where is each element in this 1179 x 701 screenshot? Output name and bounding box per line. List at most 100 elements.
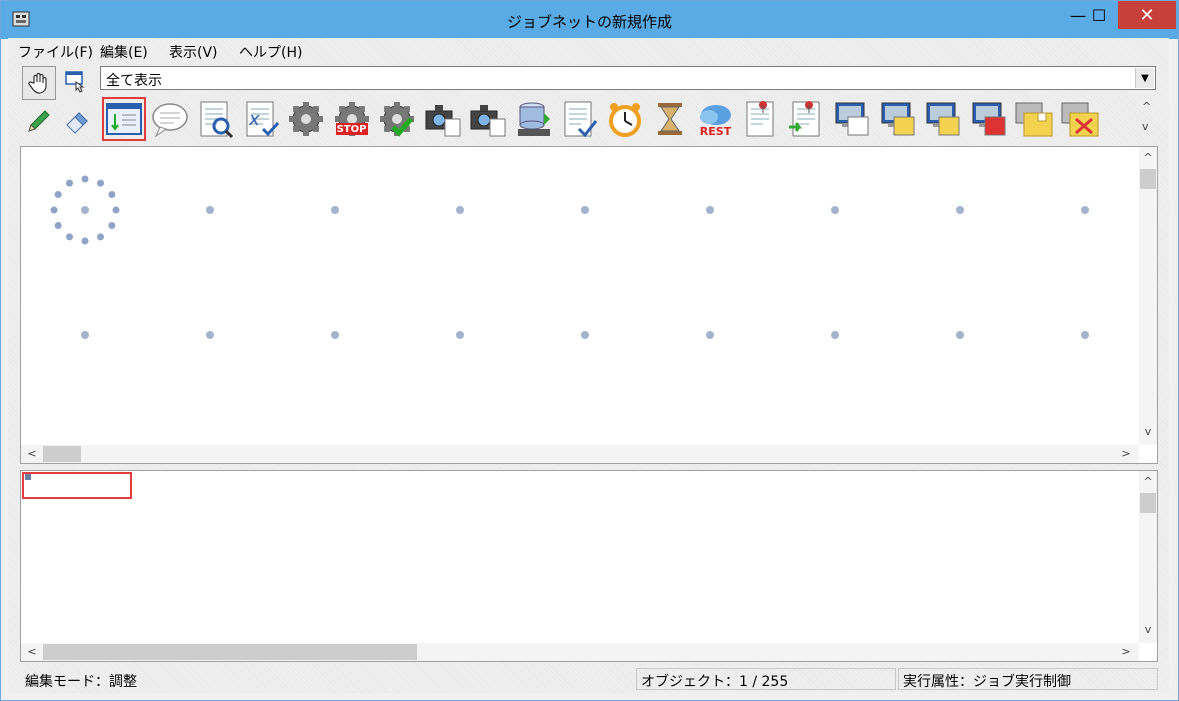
monitor-delete-icon (972, 102, 1005, 136)
thumb-horizontal-scrollbar[interactable]: < > (21, 643, 1139, 661)
toolbar-button-15[interactable] (741, 99, 781, 139)
status-bar: 編集モード：調整 オブジェクト：1 / 255 実行属性：ジョブ実行制御 (20, 668, 1158, 692)
scroll-up-icon[interactable]: ^ (1139, 151, 1157, 164)
thumbnail-object (25, 474, 31, 480)
grid-point (956, 331, 964, 339)
thumb-vscroll-thumb[interactable] (1140, 493, 1156, 513)
toolbar-button-12[interactable] (605, 99, 645, 139)
toolbar-button-6[interactable]: STOP (332, 99, 372, 139)
toolbar-button-3[interactable] (195, 99, 235, 139)
scroll-up-icon[interactable]: ^ (1139, 475, 1157, 488)
scroll-right-icon[interactable]: > (1117, 645, 1135, 658)
thumbnail-area[interactable]: ^ v < > (20, 470, 1158, 662)
gear-check-icon (380, 102, 414, 137)
toolbar-button-2[interactable] (150, 99, 190, 139)
pencil-tool-button[interactable] (22, 104, 56, 138)
map-hscroll-thumb[interactable] (43, 446, 81, 462)
grid-point (581, 331, 589, 339)
maximize-button[interactable]: ☐ (1079, 1, 1119, 29)
toolbar-button-7[interactable] (377, 99, 417, 139)
stop-label: STOP (336, 124, 367, 135)
eraser-tool-button[interactable] (60, 104, 94, 138)
close-button[interactable]: ✕ (1118, 1, 1176, 29)
thumb-vertical-scrollbar[interactable]: ^ v (1139, 471, 1157, 643)
jobnet-icon (106, 103, 142, 135)
grid-point (206, 331, 214, 339)
pencil-icon (28, 110, 50, 132)
toolbar-button-1[interactable] (102, 97, 146, 141)
toolbar-button-4[interactable]: x (241, 99, 281, 139)
grid-point (706, 331, 714, 339)
map-horizontal-scrollbar[interactable]: < > (21, 445, 1139, 463)
toolbar-scroll: ^ v (1138, 98, 1156, 140)
grid-point (206, 206, 214, 214)
title-bar[interactable]: ジョブネットの新規作成 — ☐ ✕ (1, 1, 1178, 39)
scroll-right-icon[interactable]: > (1117, 447, 1135, 460)
grid-point (331, 331, 339, 339)
grid-point (456, 331, 464, 339)
map-vscroll-thumb[interactable] (1140, 169, 1156, 189)
eraser-icon (66, 112, 88, 134)
status-edit-mode: 編集モード：調整 (25, 674, 137, 690)
svg-text:x: x (248, 109, 260, 130)
status-exec-attr: 実行属性：ジョブ実行制御 (898, 668, 1158, 690)
grid-point (581, 206, 589, 214)
grid-point (331, 206, 339, 214)
toolbar-button-17[interactable] (832, 99, 872, 139)
monitor-message-icon (926, 102, 960, 136)
document-pin-icon (746, 101, 774, 137)
mode-tools (22, 66, 96, 140)
folder-new-icon (1015, 102, 1053, 137)
toolbar-scroll-down-icon[interactable]: v (1142, 120, 1149, 133)
dropdown-arrow-icon[interactable]: ▼ (1135, 68, 1154, 88)
variable-check-icon: x (246, 101, 279, 137)
document-search-icon (200, 101, 234, 139)
toolbar-button-21[interactable] (1014, 99, 1054, 139)
window-title: ジョブネットの新規作成 (506, 13, 672, 31)
toolbar-button-5[interactable] (286, 99, 326, 139)
thumb-hscroll-thumb[interactable] (43, 644, 417, 660)
grid-point (1081, 331, 1089, 339)
toolbar-button-16[interactable] (787, 99, 827, 139)
gear-icon (289, 102, 323, 136)
menu-edit[interactable]: 編集(E) (100, 42, 148, 62)
hand-tool-button[interactable] (22, 66, 56, 100)
hourglass-icon (658, 103, 682, 135)
viewport-indicator[interactable] (22, 472, 132, 499)
scroll-down-icon[interactable]: v (1139, 623, 1157, 636)
database-arrow-icon (517, 102, 550, 136)
toolbar-scroll-up-icon[interactable]: ^ (1142, 100, 1151, 113)
grid-point (1081, 206, 1089, 214)
toolbar-button-9[interactable] (468, 99, 508, 139)
toolbar-button-22[interactable] (1060, 99, 1100, 139)
hand-icon (28, 72, 47, 94)
toolbar-button-19[interactable] (923, 99, 963, 139)
map-vertical-scrollbar[interactable]: ^ v (1139, 147, 1157, 445)
object-toolbar: x STOP REST (100, 95, 1134, 142)
menu-file[interactable]: ファイル(F) (18, 42, 93, 62)
scroll-left-icon[interactable]: < (23, 447, 41, 460)
toolbar-button-13[interactable] (650, 99, 690, 139)
selection-ring[interactable] (45, 170, 125, 250)
select-window-button[interactable] (60, 66, 94, 100)
toolbar-button-14[interactable]: REST (696, 99, 736, 139)
status-object-count: オブジェクト：1 / 255 (636, 668, 896, 690)
grid-point (831, 206, 839, 214)
grid-point (956, 206, 964, 214)
menu-view[interactable]: 表示(V) (169, 42, 218, 62)
scroll-down-icon[interactable]: v (1139, 425, 1157, 438)
menu-help[interactable]: ヘルプ(H) (239, 42, 302, 62)
document-pin-arrow-icon (788, 101, 819, 137)
grid-point (81, 331, 89, 339)
monitor-document-icon (835, 102, 869, 136)
scroll-left-icon[interactable]: < (23, 645, 41, 658)
camera-message-icon (470, 105, 506, 137)
toolbar-button-10[interactable] (514, 99, 554, 139)
toolbar-button-11[interactable] (559, 99, 599, 139)
toolbar-button-20[interactable] (969, 99, 1009, 139)
monitor-folder-icon (881, 102, 914, 136)
toolbar-button-18[interactable] (878, 99, 918, 139)
toolbar-button-8[interactable] (423, 99, 463, 139)
map-area[interactable]: ^ v < > (20, 146, 1158, 464)
display-filter-select[interactable]: 全て表示 ▼ (100, 66, 1156, 90)
